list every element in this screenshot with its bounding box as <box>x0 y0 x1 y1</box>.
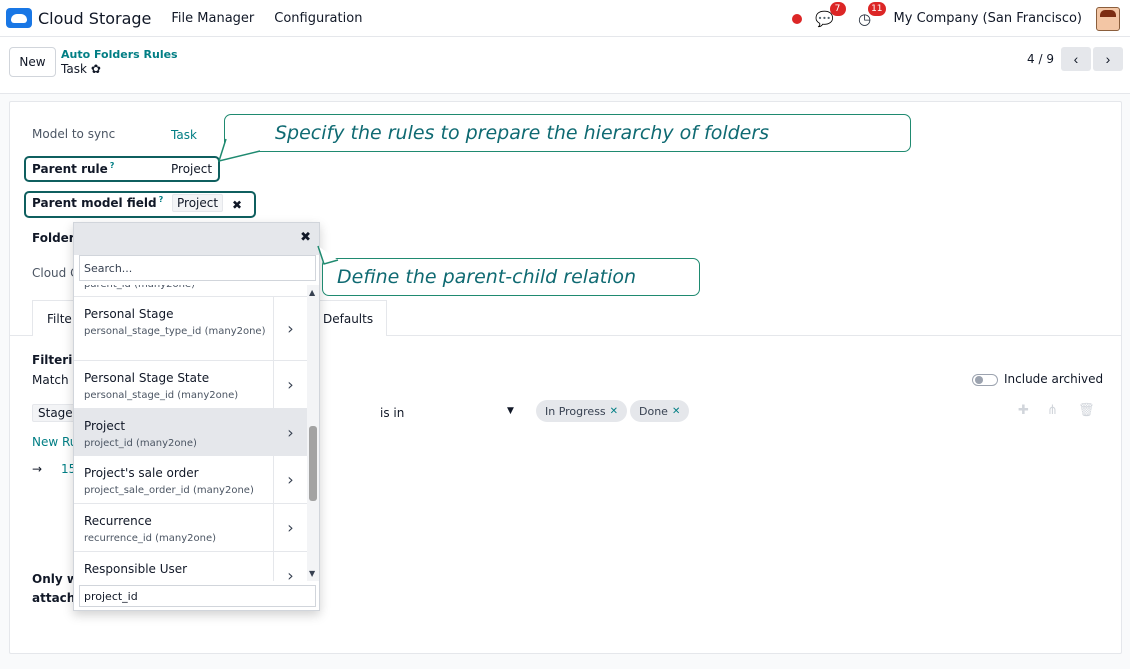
list-item-name: Personal Stage <box>84 307 174 321</box>
clear-field-icon[interactable]: ✖ <box>232 198 242 212</box>
parent-model-field-label: Parent model field? <box>32 195 163 210</box>
new-button[interactable]: New <box>9 47 56 77</box>
parent-rule-label-text: Parent rule <box>32 162 108 176</box>
list-item[interactable]: Personal Stage State personal_stage_id (… <box>74 361 307 409</box>
callout-hierarchy-text: Specify the rules to prepare the hierarc… <box>275 122 770 144</box>
list-item-name: Project's sale order <box>84 466 199 480</box>
folder-label: Folder <box>32 231 75 245</box>
parent-rule-help[interactable]: ? <box>110 161 115 170</box>
list-item-tech: personal_stage_id (many2one) <box>84 390 239 401</box>
menu-configuration[interactable]: Configuration <box>274 11 362 26</box>
value-pill-in-progress-label: In Progress <box>545 404 606 418</box>
list-scrollbar[interactable]: ▲ ▼ <box>307 285 319 581</box>
delete-rule-icon[interactable]: 🗑 <box>1078 403 1095 418</box>
include-archived-toggle[interactable] <box>972 374 998 386</box>
callout-relation-pointer <box>317 245 339 265</box>
popover-header: ✖ <box>74 223 319 255</box>
callout-hierarchy: Specify the rules to prepare the hierarc… <box>224 114 911 152</box>
breadcrumb-current: Task ✿ <box>61 62 101 76</box>
chevron-right-icon[interactable]: › <box>273 552 307 581</box>
parent-rule-label: Parent rule? <box>32 161 114 176</box>
filter-operator[interactable]: is in <box>380 406 404 420</box>
list-item-name: Project <box>84 419 126 433</box>
cloud-label: Cloud C <box>32 266 79 280</box>
control-panel: New Auto Folders Rules Task ✿ 4 / 9 ‹ › <box>0 37 1130 94</box>
list-item-selected[interactable]: Project project_id (many2one) › <box>74 409 307 456</box>
menu-file-manager[interactable]: File Manager <box>171 11 254 26</box>
new-rule-link[interactable]: New Ru <box>32 435 77 449</box>
value-pill-in-progress[interactable]: In Progress ✕ <box>536 400 628 422</box>
chevron-right-icon[interactable]: › <box>273 409 307 455</box>
model-to-sync-label: Model to sync <box>32 127 116 141</box>
include-archived-label: Include archived <box>1004 372 1104 386</box>
brand[interactable]: Cloud Storage <box>6 8 171 28</box>
field-path-input[interactable] <box>79 585 316 607</box>
only-with-label: Only w <box>32 572 78 586</box>
scrollbar-thumb[interactable] <box>309 426 317 501</box>
status-dot-icon[interactable] <box>791 13 802 24</box>
pager-next-button[interactable]: › <box>1093 47 1123 71</box>
add-rule-icon[interactable]: ✚ <box>1018 403 1029 418</box>
tab-defaults-label: Defaults <box>323 311 374 326</box>
scroll-up-icon[interactable]: ▲ <box>309 288 315 297</box>
messages-icon[interactable]: 💬 7 <box>814 1 846 28</box>
parent-model-field-help[interactable]: ? <box>159 195 164 204</box>
operator-caret-icon[interactable]: ▼ <box>507 406 514 416</box>
list-item[interactable]: Project's sale order project_sale_order_… <box>74 456 307 504</box>
remove-in-progress-icon[interactable]: ✕ <box>610 406 618 417</box>
list-item-tech: personal_stage_type_id (many2one) <box>84 326 266 337</box>
list-item-name: Recurrence <box>84 514 152 528</box>
chevron-right-icon[interactable]: › <box>273 504 307 551</box>
callout-hierarchy-pointer <box>218 138 261 163</box>
top-navbar: Cloud Storage File Manager Configuration… <box>0 0 1130 37</box>
arrow-icon: → <box>32 462 43 476</box>
value-pill-done[interactable]: Done ✕ <box>630 400 690 422</box>
cloud-icon <box>6 8 32 28</box>
activities-badge: 11 <box>868 1 886 16</box>
callout-relation: Define the parent-child relation <box>322 258 700 296</box>
list-item[interactable]: parent_id (many2one) <box>74 285 307 297</box>
callout-relation-text: Define the parent-child relation <box>337 266 637 288</box>
chevron-right-icon[interactable]: › <box>273 297 307 360</box>
list-item[interactable]: Recurrence recurrence_id (many2one) › <box>74 504 307 552</box>
gear-icon[interactable]: ✿ <box>91 62 101 76</box>
breadcrumb-parent[interactable]: Auto Folders Rules <box>61 48 178 61</box>
list-item[interactable]: Responsible User › <box>74 552 307 581</box>
tab-defaults[interactable]: Defaults <box>310 300 387 336</box>
breadcrumb-current-label: Task <box>61 62 87 76</box>
match-label: Match <box>32 373 69 387</box>
list-item-tech: recurrence_id (many2one) <box>84 533 217 544</box>
list-item[interactable]: Personal Stage personal_stage_type_id (m… <box>74 297 307 361</box>
activities-icon[interactable]: ◷ 11 <box>854 1 886 28</box>
chevron-right-icon[interactable]: › <box>273 361 307 408</box>
field-list: parent_id (many2one) Personal Stage pers… <box>74 285 307 581</box>
parent-model-field-label-text: Parent model field <box>32 196 157 210</box>
scroll-down-icon[interactable]: ▼ <box>309 569 315 578</box>
parent-rule-value[interactable]: Project <box>171 162 212 176</box>
list-item-tech: project_sale_order_id (many2one) <box>84 485 254 496</box>
close-icon[interactable]: ✖ <box>300 230 311 245</box>
add-branch-icon[interactable]: ⋔ <box>1047 403 1058 418</box>
field-search-input[interactable] <box>79 255 316 281</box>
chevron-right-icon[interactable]: › <box>273 456 307 503</box>
value-pill-done-label: Done <box>639 404 668 418</box>
app-name: Cloud Storage <box>38 8 152 28</box>
parent-model-field-value[interactable]: Project <box>172 194 224 212</box>
list-item-tech: project_id (many2one) <box>84 438 197 449</box>
tab-filters-label: Filte <box>47 311 72 326</box>
field-selector-popover: ✖ parent_id (many2one) Personal Stage pe… <box>73 222 320 611</box>
model-to-sync-value[interactable]: Task <box>171 128 197 142</box>
filter-field-stage[interactable]: Stage <box>32 404 79 422</box>
list-item-name: Personal Stage State <box>84 371 210 385</box>
list-item-name: Responsible User <box>84 562 188 576</box>
avatar[interactable] <box>1096 6 1120 31</box>
pager-value[interactable]: 4 / 9 <box>1027 52 1054 66</box>
messages-badge: 7 <box>829 1 846 16</box>
list-item-tech: parent_id (many2one) <box>84 285 269 293</box>
pager-previous-button[interactable]: ‹ <box>1061 47 1091 71</box>
remove-done-icon[interactable]: ✕ <box>672 406 680 417</box>
company-switcher[interactable]: My Company (San Francisco) <box>894 11 1082 26</box>
